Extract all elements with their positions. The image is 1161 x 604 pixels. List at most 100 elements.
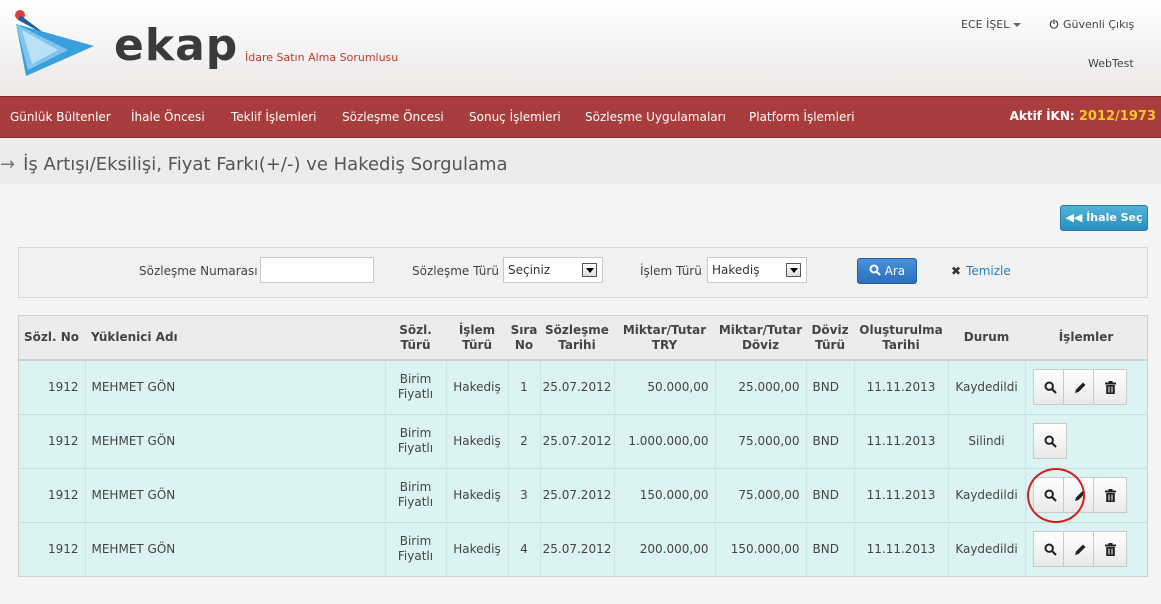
view-button[interactable] xyxy=(1032,369,1067,406)
cell-amount-try: 200.000,00 xyxy=(613,521,715,576)
col-created[interactable]: Oluşturulma Tarihi xyxy=(854,316,948,361)
nav-gunluk-bultenler[interactable]: Günlük Bültenler xyxy=(10,110,111,124)
cell-line: Fiyatlı xyxy=(397,549,434,564)
logout-link[interactable]: ⏻ Güvenli Çıkış xyxy=(1048,18,1135,32)
contract-no-input[interactable] xyxy=(260,257,374,283)
search-icon xyxy=(869,264,881,276)
col-label-line: Türü xyxy=(400,337,431,352)
cell-operation-type: Hakediş xyxy=(445,413,508,468)
cell-actions xyxy=(1024,521,1147,576)
col-amount-fx[interactable]: Miktar/Tutar Döviz xyxy=(715,316,806,361)
cell-line: Birim xyxy=(399,426,432,440)
col-contract-no[interactable]: Sözl. No xyxy=(19,316,85,361)
col-amount-try[interactable]: Miktar/Tutar TRY xyxy=(614,316,715,361)
col-label-line: Miktar/Tutar xyxy=(718,322,803,337)
clear-link[interactable]: ✖ Temizle xyxy=(951,264,1011,278)
user-name: ECE İŞEL xyxy=(961,18,1010,31)
col-label-line: No xyxy=(514,337,534,352)
cell-operation-type: Hakediş xyxy=(445,359,508,414)
cell-currency: BND xyxy=(805,467,854,522)
delete-button[interactable] xyxy=(1092,531,1127,568)
cell-line: Birim xyxy=(399,372,432,387)
table-header-row: Sözl. No Yüklenici Adı Sözl. Türü İşlem Tü… xyxy=(19,316,1147,361)
ekap-logo-icon[interactable] xyxy=(8,6,98,82)
col-label-line: Sıra xyxy=(510,322,538,337)
active-ikn-label: Aktif İKN: xyxy=(1009,109,1075,123)
col-contract-date[interactable]: Sözleşme Tarihi xyxy=(540,316,614,361)
delete-button[interactable] xyxy=(1092,477,1127,513)
table-row: 1912 MEHMET GÖN Birim Fiyatlı Hakediş 3 25.07.… xyxy=(19,467,1147,522)
cell-contract-no: 1912 xyxy=(19,521,85,576)
col-contractor[interactable]: Yüklenici Adı xyxy=(85,316,385,361)
cell-contractor: MEHMET GÖN xyxy=(84,467,385,522)
cell-contractor: MEHMET GÖN xyxy=(84,359,385,414)
col-contract-type[interactable]: Sözl. Türü xyxy=(385,316,446,361)
operation-type-select[interactable]: Hakediş xyxy=(707,257,807,283)
ihale-sec-button[interactable]: ◀◀ İhale Seç xyxy=(1060,205,1148,231)
cell-created: 11.11.2013 xyxy=(853,467,948,522)
view-button[interactable] xyxy=(1032,531,1067,568)
chevron-down-icon xyxy=(1013,23,1022,27)
col-label-line: İşlem xyxy=(458,322,496,337)
col-status[interactable]: Durum xyxy=(948,316,1025,361)
col-label-line: Türü xyxy=(461,337,493,352)
active-ikn: Aktif İKN: 2012/1973 xyxy=(1010,109,1156,124)
search-button[interactable]: Ara xyxy=(857,258,917,284)
col-label-line: Tarihi xyxy=(558,337,596,352)
cell-contract-date: 25.07.2012 xyxy=(539,413,614,468)
cell-contract-type: Birim Fiyatlı xyxy=(384,521,446,576)
main-nav: Günlük Bültenler İhale Öncesi Teklif İşl… xyxy=(0,96,1161,138)
double-arrow-left-icon: ◀◀ xyxy=(1065,211,1083,224)
page-title-text: İş Artışı/Eksilişi, Fiyat Farkı(+/-) ve … xyxy=(23,154,508,175)
brand-subtitle: İdare Satın Alma Sorumlusu xyxy=(245,51,399,64)
nav-platform-islemleri[interactable]: Platform İşlemleri xyxy=(749,110,855,124)
col-operation-type[interactable]: İşlem Türü xyxy=(446,316,508,361)
cell-contractor: MEHMET GÖN xyxy=(84,413,385,468)
contract-type-select[interactable]: Seçiniz xyxy=(503,257,603,283)
x-icon: ✖ xyxy=(951,264,962,278)
col-label-line: Türü xyxy=(814,337,846,352)
cell-status: Kaydedildi xyxy=(947,521,1025,576)
cell-line: Fiyatlı xyxy=(397,441,434,455)
col-actions: İşlemler xyxy=(1025,316,1147,361)
cell-contract-no: 1912 xyxy=(19,467,85,522)
logout-label: Güvenli Çıkış xyxy=(1063,18,1135,31)
ihale-sec-label: İhale Seç xyxy=(1086,211,1143,224)
nav-sozlesme-uygulamalari[interactable]: Sözleşme Uygulamaları xyxy=(585,110,726,124)
cell-seq-no: 2 xyxy=(507,413,540,468)
nav-teklif-islemleri[interactable]: Teklif İşlemleri xyxy=(231,110,317,124)
highlight-circle xyxy=(1027,468,1085,523)
nav-sozlesme-oncesi[interactable]: Sözleşme Öncesi xyxy=(342,110,444,124)
dropdown-arrow-icon xyxy=(786,263,801,277)
edit-button[interactable] xyxy=(1062,369,1097,406)
col-currency[interactable]: Döviz Türü xyxy=(806,316,854,361)
cell-contract-date: 25.07.2012 xyxy=(539,359,614,414)
arrow-right-icon: → xyxy=(0,154,16,175)
operation-type-value: Hakediş xyxy=(712,263,760,277)
delete-button[interactable] xyxy=(1092,369,1127,406)
contract-type-value: Seçiniz xyxy=(508,263,551,277)
cell-actions xyxy=(1024,413,1147,468)
edit-button[interactable] xyxy=(1062,531,1097,568)
cell-seq-no: 3 xyxy=(507,467,540,522)
cell-contractor: MEHMET GÖN xyxy=(84,521,385,576)
cell-line: Birim xyxy=(399,534,432,549)
app-header: ekap İdare Satın Alma Sorumlusu ECE İŞEL… xyxy=(0,0,1161,96)
dropdown-arrow-icon xyxy=(582,263,597,277)
cell-contract-date: 25.07.2012 xyxy=(539,467,614,522)
table-row: 1912 MEHMET GÖN Birim Fiyatlı Hakediş 1 25.07.… xyxy=(19,359,1147,414)
cell-created: 11.11.2013 xyxy=(853,359,948,414)
environment-label: WebTest xyxy=(1088,57,1134,70)
user-menu[interactable]: ECE İŞEL xyxy=(961,18,1022,31)
col-label-line: Tarihi xyxy=(882,337,920,352)
col-label-line: Miktar/Tutar xyxy=(622,322,707,337)
cell-line: Fiyatlı xyxy=(397,495,434,509)
nav-sonuc-islemleri[interactable]: Sonuç İşlemleri xyxy=(469,110,561,124)
nav-ihale-oncesi[interactable]: İhale Öncesi xyxy=(131,110,205,124)
col-seq-no[interactable]: Sıra No xyxy=(508,316,540,361)
contract-type-label: Sözleşme Türü xyxy=(412,264,499,278)
cell-actions xyxy=(1024,359,1147,414)
cell-contract-date: 25.07.2012 xyxy=(539,521,614,576)
cell-currency: BND xyxy=(805,413,854,468)
view-button[interactable] xyxy=(1032,423,1067,459)
